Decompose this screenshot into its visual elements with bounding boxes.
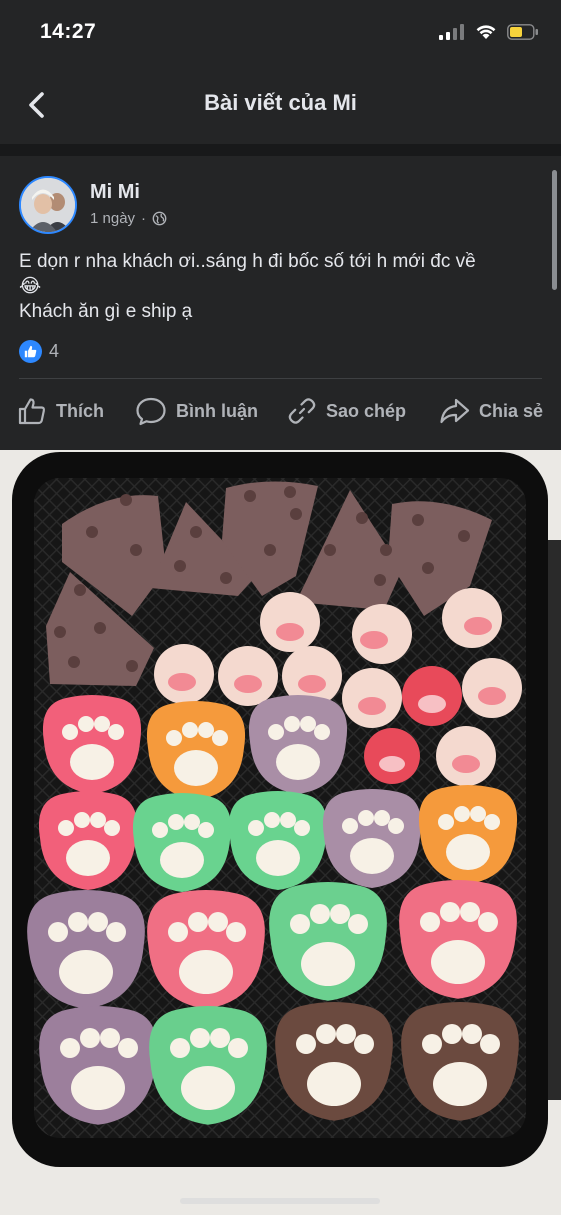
status-icons	[439, 24, 539, 40]
section-divider	[0, 144, 561, 156]
globe-icon	[152, 211, 167, 226]
comment-button[interactable]: Bình luận	[135, 389, 258, 433]
share-label: Chia sẻ	[479, 400, 544, 421]
laughing-emoji: 😂	[19, 276, 42, 297]
share-button[interactable]: Chia sẻ	[439, 389, 543, 433]
reaction-summary[interactable]: 4	[19, 340, 59, 363]
post-card: Mi Mi 1 ngày · E dọn r nha khách ơi..sán…	[0, 156, 561, 1215]
meta-separator: ·	[141, 210, 147, 227]
copy-link-button[interactable]: Sao chép	[287, 389, 406, 433]
avatar[interactable]	[19, 176, 77, 234]
page-title: Bài viết của Mi	[204, 90, 357, 115]
author-name[interactable]: Mi Mi	[90, 181, 140, 204]
tray-of-jelly-desserts-image	[0, 450, 561, 1215]
status-bar: 14:27	[0, 0, 561, 68]
comment-icon	[136, 397, 166, 426]
post-text-line-2: Khách ăn gì e ship ạ	[19, 301, 193, 322]
nav-bar: Bài viết của Mi	[0, 68, 561, 144]
like-label: Thích	[56, 400, 104, 421]
signal-icon	[439, 24, 464, 40]
post-meta: 1 ngày ·	[90, 210, 167, 227]
like-button[interactable]: Thích	[17, 389, 104, 433]
status-time: 14:27	[40, 20, 97, 43]
copy-label: Sao chép	[326, 400, 407, 421]
battery-icon	[507, 24, 538, 40]
reaction-count: 4	[49, 341, 60, 361]
home-indicator[interactable]	[180, 1198, 380, 1204]
comment-label: Bình luận	[176, 400, 258, 421]
copy-link-icon	[288, 398, 316, 424]
post-text-line-1: E dọn r nha khách ơi..sáng h đi bốc số t…	[19, 251, 476, 272]
scrollbar[interactable]	[552, 170, 557, 290]
like-icon	[18, 398, 46, 425]
divider	[19, 378, 542, 379]
post-photo[interactable]	[0, 450, 561, 1215]
wifi-icon	[476, 25, 496, 39]
action-bar: Thích Bình luận Sao chép Chia sẻ	[0, 389, 561, 433]
share-icon	[440, 398, 470, 424]
post-time[interactable]: 1 ngày	[90, 210, 135, 227]
post-text: E dọn r nha khách ơi..sáng h đi bốc số t…	[19, 249, 549, 324]
like-reaction-icon	[19, 340, 42, 363]
